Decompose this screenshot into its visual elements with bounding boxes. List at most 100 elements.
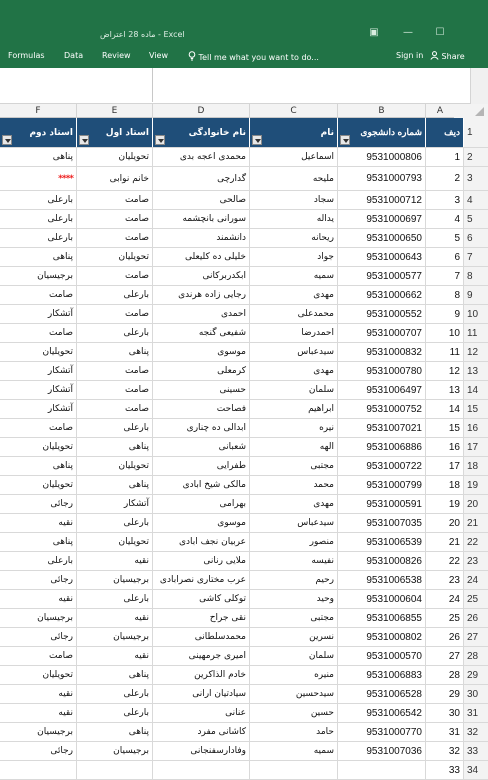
row-index-cell[interactable]: 12 (426, 362, 464, 380)
row-number[interactable]: 33 (464, 742, 488, 760)
row-number[interactable]: 19 (464, 476, 488, 494)
first-advisor-cell[interactable]: بارعلی (77, 685, 153, 703)
header-cell-student-number[interactable]: شماره دانشجوی (338, 118, 426, 147)
row-index-cell[interactable]: 31 (426, 723, 464, 741)
column-header-b[interactable]: B (338, 104, 426, 118)
student-number-cell[interactable]: 9531006538 (338, 571, 426, 589)
tab-view[interactable]: View (149, 51, 168, 60)
share-button[interactable]: Share (430, 51, 465, 61)
second-advisor-cell[interactable]: برجیسیان (0, 723, 77, 741)
row-number[interactable]: 3 (464, 167, 488, 190)
last-name-cell[interactable]: ابکدربرکانی (153, 267, 250, 285)
second-advisor-cell[interactable]: رجائی (0, 571, 77, 589)
second-advisor-cell[interactable]: صامت (0, 647, 77, 665)
last-name-cell[interactable]: سورانی بانچشمه (153, 210, 250, 228)
row-index-cell[interactable]: 3 (426, 191, 464, 209)
row-index-cell[interactable]: 15 (426, 419, 464, 437)
student-number-cell[interactable]: 9531000712 (338, 191, 426, 209)
row-number[interactable]: 13 (464, 362, 488, 380)
last-name-cell[interactable]: احمدی (153, 305, 250, 323)
second-advisor-cell[interactable]: صامت (0, 286, 77, 304)
first-advisor-cell[interactable]: پناهی (77, 666, 153, 684)
row-index-cell[interactable]: 7 (426, 267, 464, 285)
second-advisor-cell[interactable] (0, 761, 77, 779)
last-name-cell[interactable]: موسوی (153, 343, 250, 361)
row-number[interactable]: 2 (464, 148, 488, 166)
last-name-cell[interactable]: نقی جراح (153, 609, 250, 627)
row-number[interactable]: 24 (464, 571, 488, 589)
column-header-c[interactable]: C (250, 104, 338, 118)
filter-dropdown-icon[interactable] (2, 135, 12, 145)
sign-in-link[interactable]: Sign in (396, 51, 423, 60)
first-name-cell[interactable]: اسماعیل (250, 148, 338, 166)
first-name-cell[interactable]: سلمان (250, 647, 338, 665)
minimize-button[interactable]: — (398, 27, 418, 38)
student-number-cell[interactable]: 9531000752 (338, 400, 426, 418)
first-name-cell[interactable]: سیدحسین (250, 685, 338, 703)
last-name-cell[interactable]: توکلی کاشی (153, 590, 250, 608)
row-number[interactable]: 17 (464, 438, 488, 456)
student-number-cell[interactable]: 9531000770 (338, 723, 426, 741)
student-number-cell[interactable]: 9531000780 (338, 362, 426, 380)
first-name-cell[interactable]: جواد (250, 248, 338, 266)
last-name-cell[interactable]: عنانی (153, 704, 250, 722)
first-name-cell[interactable]: وحید (250, 590, 338, 608)
formula-bar[interactable] (0, 68, 488, 104)
row-number[interactable]: 10 (464, 305, 488, 323)
column-header-f[interactable]: F (0, 104, 77, 118)
first-name-cell[interactable]: منصور (250, 533, 338, 551)
last-name-cell[interactable]: خلیلی ده کلیعلی (153, 248, 250, 266)
last-name-cell[interactable]: وفادارسفنجانی (153, 742, 250, 760)
second-advisor-cell[interactable]: آتشکار (0, 362, 77, 380)
row-number[interactable]: 5 (464, 210, 488, 228)
last-name-cell[interactable]: امیری جرمهینی (153, 647, 250, 665)
first-advisor-cell[interactable]: برجیسیان (77, 571, 153, 589)
row-index-cell[interactable]: 10 (426, 324, 464, 342)
second-advisor-cell[interactable]: بارعلی (0, 229, 77, 247)
first-advisor-cell[interactable]: بارعلی (77, 514, 153, 532)
first-advisor-cell[interactable]: برجیسیان (77, 742, 153, 760)
row-index-cell[interactable]: 13 (426, 381, 464, 399)
first-name-cell[interactable] (250, 761, 338, 779)
second-advisor-cell[interactable]: برجیسیان (0, 267, 77, 285)
last-name-cell[interactable]: حسینی (153, 381, 250, 399)
last-name-cell[interactable]: خادم الذاکرین (153, 666, 250, 684)
row-index-cell[interactable]: 30 (426, 704, 464, 722)
first-name-cell[interactable]: ابراهیم (250, 400, 338, 418)
column-header-d[interactable]: D (153, 104, 250, 118)
row-index-cell[interactable]: 23 (426, 571, 464, 589)
second-advisor-cell[interactable]: برجیسیان (0, 609, 77, 627)
student-number-cell[interactable]: 9531000826 (338, 552, 426, 570)
second-advisor-cell[interactable]: صامت (0, 324, 77, 342)
row-index-cell[interactable]: 5 (426, 229, 464, 247)
tab-review[interactable]: Review (102, 51, 131, 60)
first-advisor-cell[interactable]: صامت (77, 229, 153, 247)
last-name-cell[interactable]: صالحی (153, 191, 250, 209)
first-advisor-cell[interactable]: بارعلی (77, 286, 153, 304)
last-name-cell[interactable]: شعبانی (153, 438, 250, 456)
column-header-a[interactable]: A (426, 104, 454, 118)
first-advisor-cell[interactable]: نقیه (77, 552, 153, 570)
second-advisor-cell[interactable]: نقیه (0, 514, 77, 532)
first-name-cell[interactable]: مجتبی (250, 609, 338, 627)
second-advisor-cell[interactable]: تحویلیان (0, 438, 77, 456)
last-name-cell[interactable]: مالکی شیخ ابادی (153, 476, 250, 494)
row-number[interactable]: 22 (464, 533, 488, 551)
row-number[interactable]: 18 (464, 457, 488, 475)
row-index-cell[interactable]: 25 (426, 609, 464, 627)
first-advisor-cell[interactable]: تحویلیان (77, 533, 153, 551)
row-number[interactable]: 6 (464, 229, 488, 247)
first-name-cell[interactable]: ریحانه (250, 229, 338, 247)
header-cell-first-advisor[interactable]: استاد اول (77, 118, 153, 147)
second-advisor-cell[interactable]: نقیه (0, 590, 77, 608)
row-index-cell[interactable]: 29 (426, 685, 464, 703)
second-advisor-cell[interactable]: تحویلیان (0, 476, 77, 494)
last-name-cell[interactable]: ابدالی ده چناری (153, 419, 250, 437)
student-number-cell[interactable]: 9531000802 (338, 628, 426, 646)
row-index-cell[interactable]: 8 (426, 286, 464, 304)
first-name-cell[interactable]: نفیسه (250, 552, 338, 570)
first-advisor-cell[interactable]: بارعلی (77, 704, 153, 722)
first-name-cell[interactable]: سیدعباس (250, 343, 338, 361)
row-index-cell[interactable]: 21 (426, 533, 464, 551)
first-name-cell[interactable]: محمد (250, 476, 338, 494)
